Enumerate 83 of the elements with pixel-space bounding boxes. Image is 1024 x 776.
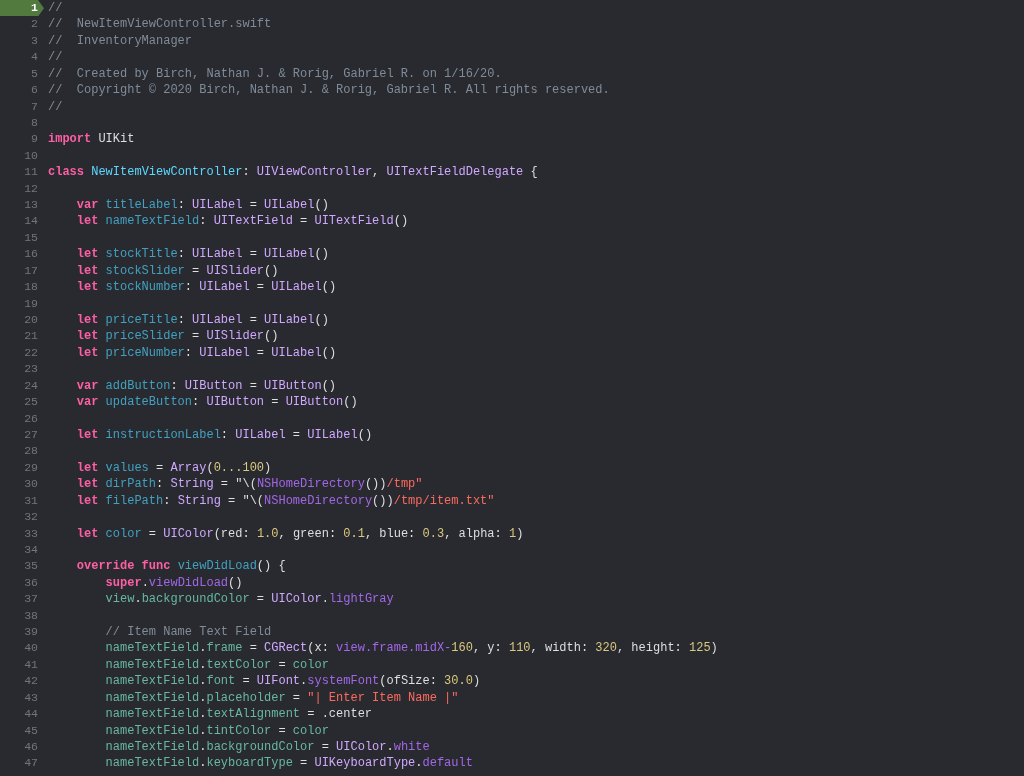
- code-line: // Copyright © 2020 Birch, Nathan J. & Rorig, Gabriel R. All rights reserved.: [48, 82, 610, 99]
- code-line: view.backgroundColor = UIColor.lightGray: [104, 591, 394, 608]
- line-number: 40: [23, 640, 38, 657]
- line-number: 13: [23, 197, 38, 214]
- line-number: 1: [0, 0, 44, 17]
- code-line: nameTextField.backgroundColor = UIColor.white: [104, 739, 430, 756]
- line-number: 17: [23, 262, 38, 279]
- line-number: 46: [23, 739, 38, 755]
- line-number: 30: [23, 476, 38, 493]
- code-line: nameTextField.textColor = color: [104, 656, 329, 674]
- line-number: 23: [23, 361, 38, 378]
- line-number: 3: [30, 32, 38, 49]
- code-line: import UIKit: [48, 131, 135, 148]
- line-number: 21: [23, 328, 38, 345]
- line-number: 9: [30, 131, 38, 148]
- code-line: var updateButton: UIButton = UIButton(): [75, 394, 358, 411]
- line-number: 5: [30, 65, 38, 82]
- line-number: 37: [23, 591, 38, 608]
- line-number: 41: [23, 656, 38, 673]
- line-number: 36: [23, 574, 38, 591]
- line-number: 39: [23, 624, 38, 641]
- line-number: 4: [30, 49, 38, 66]
- code-line: let priceSlider = UISlider(): [75, 328, 279, 345]
- code-line: let stockSlider = UISlider(): [75, 262, 279, 280]
- line-number: 25: [23, 394, 38, 411]
- line-number: 35: [23, 558, 38, 575]
- code-line: var titleLabel: UILabel = UILabel(): [75, 197, 329, 214]
- line-number: 16: [23, 246, 38, 263]
- code-line: let stockNumber: UILabel = UILabel(): [75, 279, 337, 296]
- code-line: nameTextField.textAlignment = .center: [104, 706, 373, 723]
- line-number: 22: [23, 344, 38, 361]
- code-line: let stockTitle: UILabel = UILabel(): [75, 246, 329, 263]
- code-line: // Item Name Text Field: [104, 624, 272, 641]
- code-line: let instructionLabel: UILabel = UILabel(): [75, 426, 373, 444]
- line-number: 44: [23, 706, 38, 723]
- code-line: super.viewDidLoad(): [104, 574, 243, 592]
- code-line: //: [48, 98, 63, 115]
- code-line: // Created by Birch, Nathan J. & Rorig, Gabriel R. on 1/16/20.: [48, 65, 502, 83]
- code-line: let nameTextField: UITextField = UITextField(): [75, 213, 409, 230]
- line-number: 33: [23, 525, 38, 542]
- code-line: nameTextField.placeholder = "| Enter Item Name |": [104, 689, 459, 707]
- line-number: 20: [23, 312, 38, 328]
- line-number: 8: [30, 114, 38, 131]
- code-line: let priceNumber: UILabel = UILabel(): [75, 344, 337, 362]
- line-number: 31: [23, 492, 38, 509]
- line-number: 14: [23, 213, 38, 230]
- line-number: 45: [23, 722, 38, 739]
- code-line: nameTextField.tintColor = color: [104, 722, 329, 739]
- code-line: // NewItemViewController.swift: [48, 16, 272, 33]
- code-line: let priceTitle: UILabel = UILabel(): [75, 312, 329, 329]
- code-line: override func viewDidLoad() {: [75, 558, 286, 575]
- line-number: 28: [23, 443, 38, 460]
- line-number: 38: [23, 607, 38, 624]
- line-number: 2: [30, 16, 38, 33]
- line-number: 34: [23, 541, 38, 558]
- code-line: let color = UIColor(red: 1.0, green: 0.1, blue: 0.3, alpha: 1): [75, 525, 524, 542]
- line-number: 24: [23, 377, 38, 394]
- line-number: 19: [23, 295, 38, 312]
- line-number: 18: [23, 279, 38, 296]
- code-line: var addButton: UIButton = UIButton(): [75, 377, 337, 395]
- line-number: 26: [23, 410, 38, 427]
- line-number: 12: [23, 180, 38, 197]
- code-line: //: [48, 0, 63, 17]
- line-number: 42: [23, 673, 38, 690]
- line-number: 15: [23, 229, 38, 246]
- code-line: nameTextField.keyboardType = UIKeyboardType.default: [104, 755, 473, 772]
- line-number: 10: [23, 147, 38, 164]
- line-number: 29: [23, 459, 38, 476]
- line-number: 7: [30, 98, 38, 115]
- line-number: 32: [23, 509, 38, 526]
- line-number: 43: [23, 689, 38, 706]
- line-number: 11: [23, 164, 38, 181]
- code-line: class NewItemViewController: UIViewController, UITextFieldDelegate {: [48, 164, 538, 181]
- code-line: //: [48, 49, 63, 66]
- code-line: nameTextField.font = UIFont.systemFont(ofSize: 30.0): [104, 673, 481, 690]
- line-number: 6: [30, 82, 38, 99]
- line-number: 47: [23, 755, 38, 772]
- code-line: // InventoryManager: [48, 32, 193, 50]
- code-line: let filePath: String = "\(NSHomeDirectory())/tmp/item.txt": [75, 492, 495, 510]
- code-line: let dirPath: String = "\(NSHomeDirectory())/tmp": [75, 476, 423, 493]
- code-line: let values = Array(0...100): [75, 459, 272, 477]
- code-line: nameTextField.frame = CGRect(x: view.frame.midX-160, y: 110, width: 320, height: 125): [104, 640, 718, 657]
- line-number: 27: [23, 426, 38, 443]
